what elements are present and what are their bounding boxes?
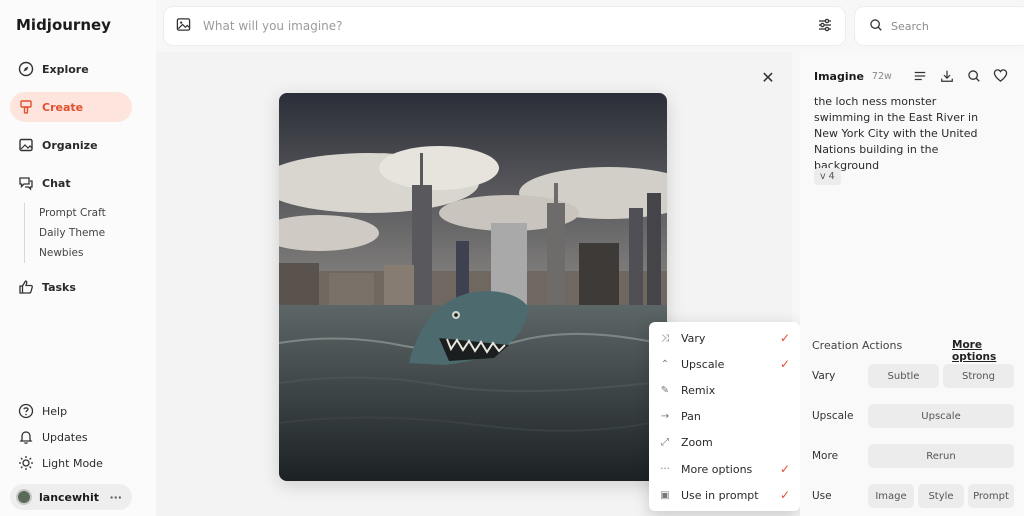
rerun-button[interactable]: Rerun (868, 444, 1014, 468)
sidebar-item-help[interactable]: Help (10, 399, 67, 423)
job-type-label: Imagine (814, 70, 864, 83)
sidebar-item-label: Light Mode (42, 456, 103, 470)
menu-item-label: Remix (681, 383, 716, 397)
help-icon (18, 403, 34, 419)
search-bar[interactable]: Search (854, 6, 1024, 46)
job-age: 72w (871, 71, 892, 82)
menu-item-label: Zoom (681, 436, 713, 450)
image-options-menu: ⤨ Vary ✓ ⌃ Upscale ✓ ✎ Remix → Pan ⤢ Zoo… (649, 322, 800, 511)
shuffle-icon: ⤨ (661, 332, 669, 344)
menu-item-use-in-prompt[interactable]: ▣ Use in prompt ✓ (649, 482, 800, 508)
avatar (16, 489, 32, 505)
menu-item-label: Upscale (681, 357, 725, 371)
sidebar-item-label: Organize (42, 138, 98, 152)
panel-header: Imagine 72w (814, 70, 892, 83)
thumbs-up-icon (18, 279, 34, 295)
chat-icon (18, 175, 34, 191)
sidebar-item-organize[interactable]: Organize (10, 130, 132, 160)
sidebar-item-updates[interactable]: Updates (10, 425, 88, 449)
prompt-input[interactable]: What will you imagine? (203, 19, 343, 33)
chat-room-prompt-craft[interactable]: Prompt Craft (39, 203, 106, 223)
add-image-icon[interactable] (176, 17, 191, 35)
sun-icon (18, 455, 34, 471)
sidebar-item-tasks[interactable]: Tasks (10, 272, 132, 302)
compass-icon (18, 61, 34, 77)
search-icon[interactable] (966, 68, 981, 83)
menu-item-more-options[interactable]: ··· More options ✓ (649, 456, 800, 482)
vary-strong-button[interactable]: Strong (943, 364, 1014, 388)
menu-item-label: Use in prompt (681, 488, 759, 502)
user-menu-ellipsis-icon[interactable]: ··· (109, 491, 122, 504)
search-icon (869, 18, 883, 35)
prompt-input-bar[interactable]: What will you imagine? (163, 6, 846, 46)
sidebar: Midjourney Explore Create Organize Chat … (0, 0, 156, 516)
menu-item-label: Pan (681, 410, 701, 424)
panel-actions (912, 68, 1008, 83)
creation-actions-title: Creation Actions (812, 339, 903, 352)
menu-item-pan[interactable]: → Pan (649, 404, 800, 430)
checkmark-icon: ✓ (779, 331, 790, 346)
menu-item-vary[interactable]: ⤨ Vary ✓ (649, 325, 800, 351)
close-icon[interactable]: ✕ (760, 68, 776, 87)
menu-item-label: Vary (681, 331, 706, 345)
generated-image[interactable] (279, 93, 667, 481)
sidebar-item-label: Create (42, 100, 84, 114)
row-label-more: More (812, 450, 839, 462)
sidebar-item-create[interactable]: Create (10, 92, 132, 122)
version-badge: v 4 (814, 168, 841, 185)
upscale-button[interactable]: Upscale (868, 404, 1014, 428)
menu-lines-icon[interactable] (912, 68, 927, 83)
sidebar-item-label: Explore (42, 62, 89, 76)
brush-icon (18, 99, 34, 115)
zoom-out-icon: ⤢ (661, 437, 669, 449)
chat-room-newbies[interactable]: Newbies (39, 243, 106, 263)
sidebar-item-label: Help (42, 404, 68, 418)
sidebar-item-label: Updates (42, 430, 88, 444)
pencil-icon: ✎ (660, 384, 670, 396)
sidebar-item-chat[interactable]: Chat (10, 168, 132, 198)
heart-icon[interactable] (993, 68, 1008, 83)
sidebar-item-explore[interactable]: Explore (10, 54, 132, 84)
checkmark-icon: ✓ (779, 488, 790, 503)
checkmark-icon: ✓ (779, 462, 790, 477)
use-image-button[interactable]: Image (868, 484, 914, 508)
sidebar-item-label: Chat (42, 176, 71, 190)
more-options-link[interactable]: More options (952, 339, 1024, 363)
app-logo[interactable]: Midjourney (16, 16, 111, 34)
row-label-use: Use (812, 490, 832, 502)
arrow-right-icon: → (660, 411, 670, 423)
add-image-icon: ▣ (660, 489, 670, 501)
vary-subtle-button[interactable]: Subtle (868, 364, 939, 388)
image-icon (18, 137, 34, 153)
username: lancewhit (39, 490, 100, 504)
upscale-icon: ⌃ (660, 358, 670, 370)
light-mode-toggle[interactable]: Light Mode (10, 451, 103, 475)
chat-room-list: Prompt Craft Daily Theme Newbies (24, 203, 106, 263)
use-style-button[interactable]: Style (918, 484, 964, 508)
use-prompt-button[interactable]: Prompt (968, 484, 1014, 508)
settings-sliders-icon[interactable] (817, 17, 833, 36)
prompt-text: the loch ness monster swimming in the Ea… (814, 95, 979, 172)
sidebar-item-label: Tasks (42, 280, 76, 294)
bell-icon (18, 429, 34, 445)
menu-item-zoom[interactable]: ⤢ Zoom (649, 430, 800, 456)
search-input[interactable]: Search (891, 20, 929, 33)
row-label-vary: Vary (812, 370, 836, 382)
download-icon[interactable] (939, 68, 954, 83)
checkmark-icon: ✓ (779, 357, 790, 372)
menu-item-remix[interactable]: ✎ Remix (649, 377, 800, 403)
user-account-button[interactable]: lancewhit ··· (10, 484, 132, 510)
ellipsis-icon: ··· (660, 463, 670, 475)
chat-room-daily-theme[interactable]: Daily Theme (39, 223, 106, 243)
menu-item-label: More options (681, 462, 753, 476)
row-label-upscale: Upscale (812, 410, 854, 422)
menu-item-upscale[interactable]: ⌃ Upscale ✓ (649, 351, 800, 377)
